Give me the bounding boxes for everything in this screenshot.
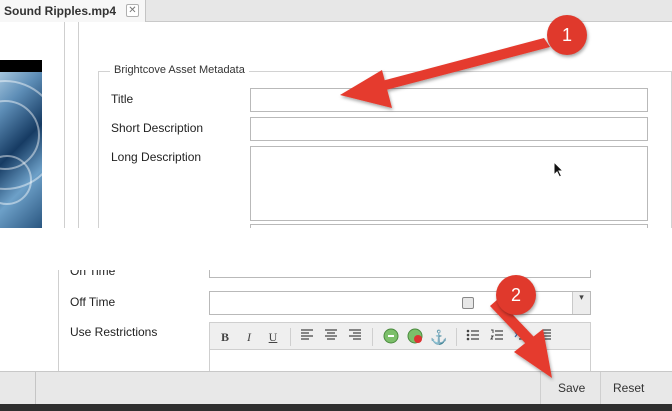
panel-divider <box>78 22 79 228</box>
short-description-label: Short Description <box>111 121 204 135</box>
video-thumbnail <box>0 60 42 228</box>
footer-bar: Save Reset <box>0 371 672 405</box>
anchor-icon[interactable]: ⚓ <box>430 328 448 346</box>
window-bottom-edge <box>0 404 672 411</box>
underline-button[interactable]: U <box>264 328 282 346</box>
thumbnail-top-bar <box>0 60 42 72</box>
short-description-input[interactable] <box>250 117 648 141</box>
panel-divider <box>58 270 59 371</box>
outdent-icon[interactable] <box>536 328 554 346</box>
panel-divider <box>64 22 65 228</box>
step-badge-1: 1 <box>547 15 587 55</box>
reset-button[interactable]: Reset <box>613 381 644 395</box>
footer-separator <box>540 372 541 405</box>
chevron-down-icon[interactable]: ▾ <box>572 292 590 314</box>
footer-separator <box>600 372 601 405</box>
mouse-cursor-icon <box>553 161 564 178</box>
off-time-label: Off Time <box>70 295 116 309</box>
numbered-list-icon[interactable] <box>488 328 506 346</box>
use-restrictions-editor[interactable] <box>209 350 591 372</box>
toolbar-separator <box>372 328 373 346</box>
italic-button[interactable]: I <box>240 328 258 346</box>
align-right-icon[interactable] <box>346 328 364 346</box>
fieldset-legend: Brightcove Asset Metadata <box>110 64 249 76</box>
insert-link-icon[interactable] <box>382 328 400 346</box>
calendar-icon[interactable] <box>462 297 474 309</box>
save-button[interactable]: Save <box>558 381 585 395</box>
bullet-list-icon[interactable] <box>464 328 482 346</box>
long-description-label: Long Description <box>111 150 202 164</box>
toolbar-separator <box>290 328 291 346</box>
footer-left-panel <box>0 372 36 405</box>
bold-button[interactable]: B <box>216 328 234 346</box>
on-time-label: On Time <box>70 270 116 278</box>
rich-text-toolbar: B I U ⚓ <box>209 322 591 350</box>
close-icon[interactable]: ✕ <box>126 4 139 17</box>
toolbar-separator <box>456 328 457 346</box>
title-label: Title <box>111 92 134 106</box>
step-badge-2: 2 <box>496 275 536 315</box>
tab-label: Sound Ripples.mp4 <box>4 4 117 18</box>
tab-sound-ripples[interactable]: Sound Ripples.mp4 ✕ <box>0 0 146 22</box>
title-input[interactable] <box>250 88 648 112</box>
indent-icon[interactable] <box>512 328 530 346</box>
align-left-icon[interactable] <box>298 328 316 346</box>
on-time-field[interactable] <box>209 270 591 278</box>
screenshot-gap <box>0 228 672 270</box>
align-center-icon[interactable] <box>322 328 340 346</box>
use-restrictions-label: Use Restrictions <box>70 325 158 339</box>
remove-link-icon[interactable] <box>406 328 424 346</box>
long-description-textarea[interactable] <box>250 146 648 221</box>
